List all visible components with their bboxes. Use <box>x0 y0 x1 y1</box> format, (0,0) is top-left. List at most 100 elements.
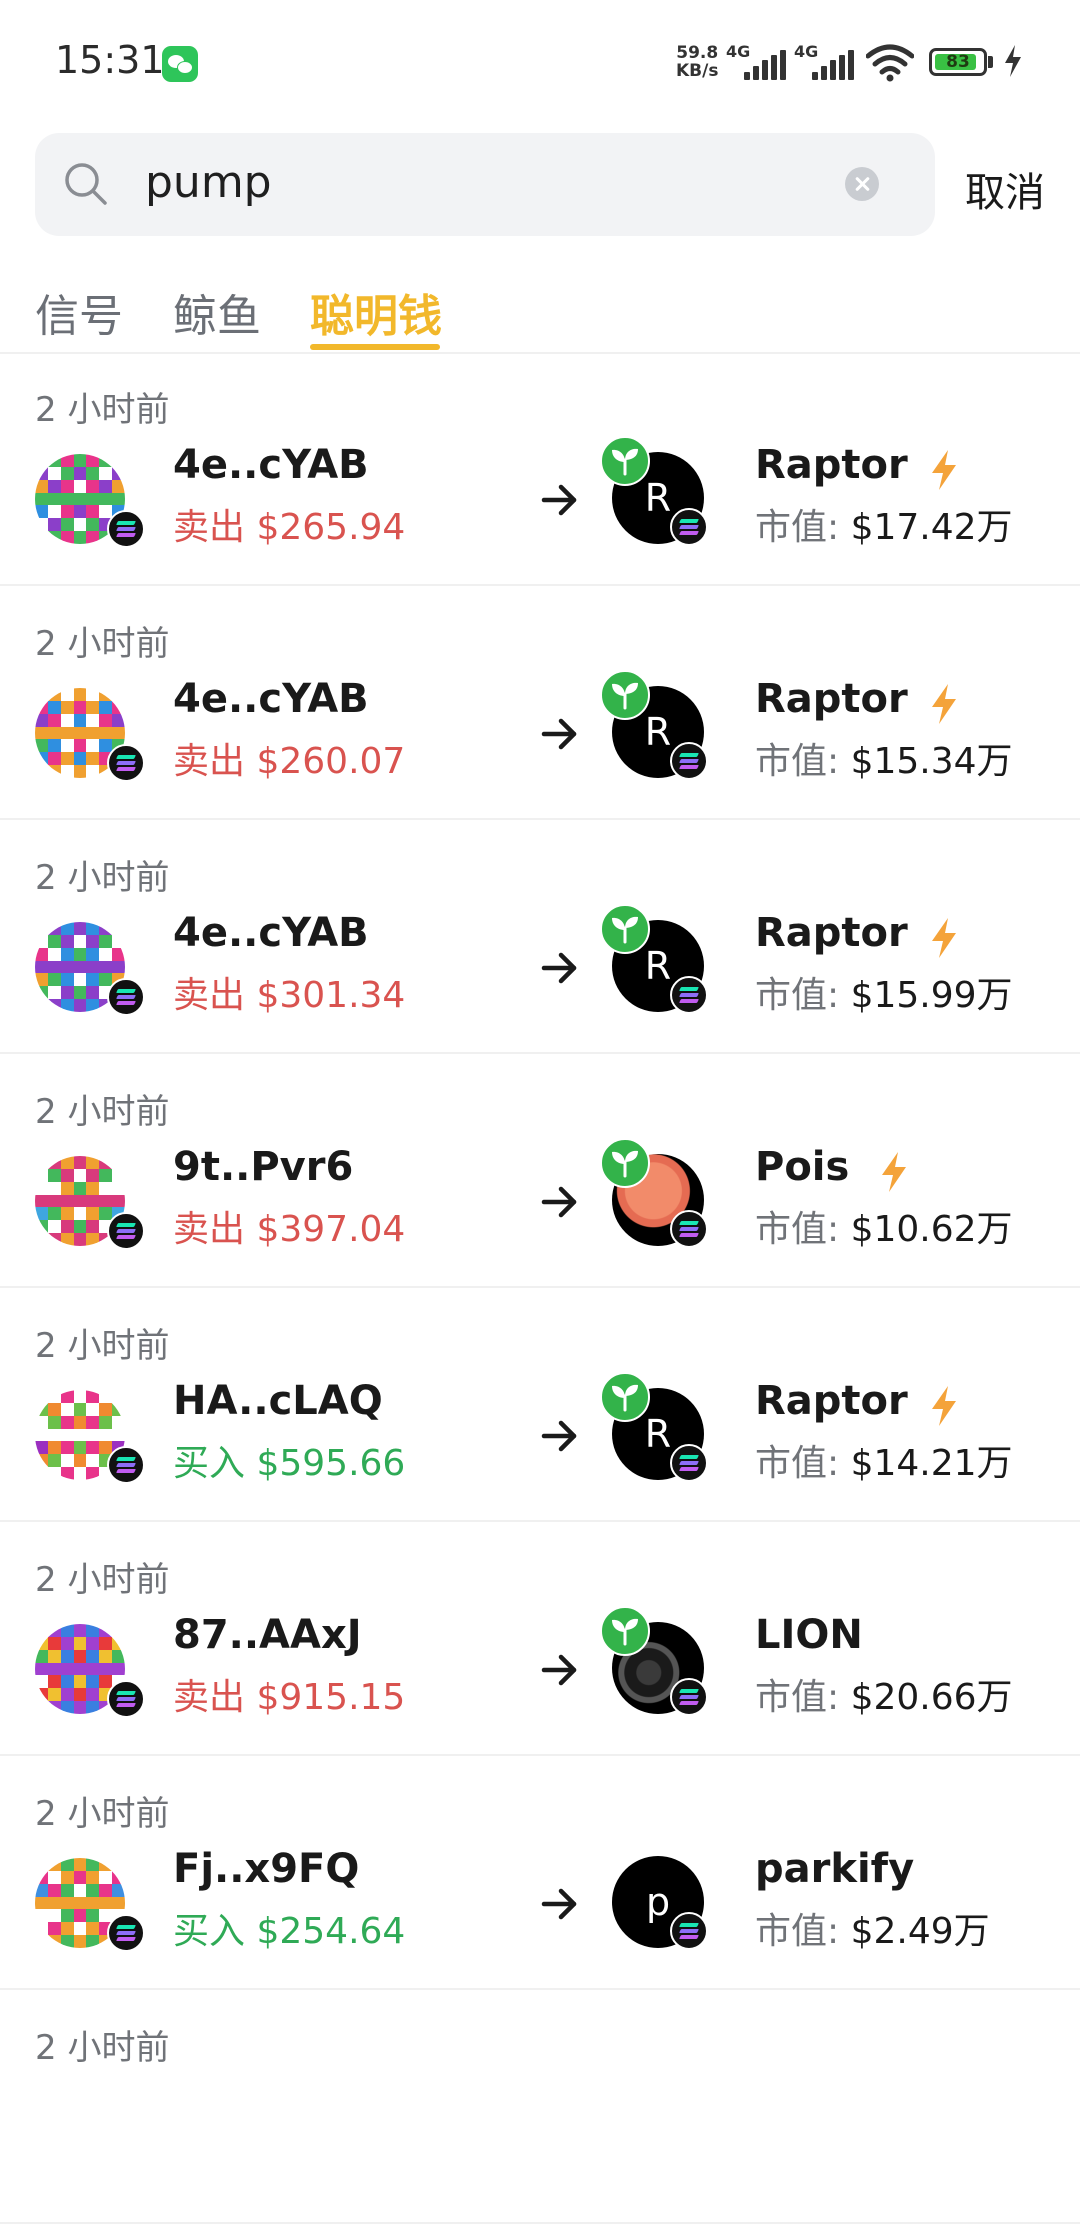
arrow-right-icon <box>540 714 580 754</box>
trade-row[interactable]: 2 小时前 4e..cYAB 卖出 $265.94 R Raptor 市值: $17.42… <box>0 352 1080 586</box>
trade-side: 卖出 <box>173 1677 246 1718</box>
trade-row[interactable]: 2 小时前 4e..cYAB 卖出 $301.34 R Raptor 市值: $15.99… <box>0 820 1080 1054</box>
arrow-right-icon <box>540 1650 580 1690</box>
net-speed-value: 59.8 <box>676 43 719 63</box>
trade-row[interactable]: 2 小时前 <box>0 1990 1080 2224</box>
battery-icon: 83 <box>929 48 987 76</box>
market-cap: 市值: $14.21万 <box>755 1434 1013 1486</box>
wallet-address[interactable]: 4e..cYAB <box>173 676 369 722</box>
token-name[interactable]: Raptor <box>755 442 908 488</box>
solana-chain-icon <box>107 1680 145 1718</box>
market-cap: 市值: $15.99万 <box>755 966 1013 1018</box>
token-name[interactable]: Raptor <box>755 676 908 722</box>
trade-time: 2 小时前 <box>35 390 170 430</box>
wallet-avatar[interactable] <box>35 688 145 798</box>
wallet-avatar[interactable] <box>35 454 145 564</box>
trade-amount: $254.64 <box>256 1911 406 1952</box>
wallet-address[interactable]: 9t..Pvr6 <box>173 1144 353 1190</box>
token-avatar[interactable] <box>600 1138 722 1256</box>
market-cap-value: $20.66万 <box>850 1677 1013 1718</box>
trade-amount: $397.04 <box>256 1209 406 1250</box>
market-cap-value: $10.62万 <box>850 1209 1013 1250</box>
trade-amount: $301.34 <box>256 975 406 1016</box>
token-avatar[interactable]: R <box>600 1372 722 1490</box>
trade-list: 2 小时前 4e..cYAB 卖出 $265.94 R Raptor 市值: $17.42… <box>0 352 1080 2224</box>
token-avatar[interactable] <box>600 1606 722 1724</box>
trade-row[interactable]: 2 小时前 87..AAxJ 卖出 $915.15 LION 市值: $20.66万 <box>0 1522 1080 1756</box>
trade-amount: $915.15 <box>256 1677 406 1718</box>
trade-time: 2 小时前 <box>35 624 170 664</box>
token-avatar[interactable]: R <box>600 670 722 788</box>
token-avatar[interactable]: R <box>600 436 722 554</box>
trade-time: 2 小时前 <box>35 1326 170 1366</box>
token-avatar[interactable]: R <box>600 904 722 1022</box>
search-input[interactable] <box>145 157 745 208</box>
trade-row[interactable]: 2 小时前 4e..cYAB 卖出 $260.07 R Raptor 市值: $15.34… <box>0 586 1080 820</box>
status-time: 15:31 <box>55 38 165 82</box>
trade-amount: $260.07 <box>256 741 406 782</box>
token-name[interactable]: Raptor <box>755 910 908 956</box>
tab-signal[interactable]: 信号 <box>35 280 123 344</box>
trade-time: 2 小时前 <box>35 1092 170 1132</box>
wallet-avatar[interactable] <box>35 922 145 1032</box>
market-cap: 市值: $20.66万 <box>755 1668 1013 1720</box>
trade-summary: 买入 $595.66 <box>173 1434 405 1486</box>
trade-row[interactable]: 2 小时前 Fj..x9FQ 买入 $254.64 p parkify 市值: $2.49… <box>0 1756 1080 1990</box>
wallet-avatar[interactable] <box>35 1390 145 1500</box>
token-name[interactable]: Pois <box>755 1144 849 1190</box>
wallet-address[interactable]: 4e..cYAB <box>173 910 369 956</box>
wallet-address[interactable]: 87..AAxJ <box>173 1612 362 1658</box>
battery-cap <box>988 56 993 68</box>
solana-chain-icon <box>670 508 708 546</box>
market-cap: 市值: $15.34万 <box>755 732 1013 784</box>
market-cap-value: $15.99万 <box>850 975 1013 1016</box>
wallet-address[interactable]: Fj..x9FQ <box>173 1846 359 1892</box>
arrow-right-icon <box>540 948 580 988</box>
solana-chain-icon <box>670 1444 708 1482</box>
trade-row[interactable]: 2 小时前 9t..Pvr6 卖出 $397.04 Pois 市值: $10.62万 <box>0 1054 1080 1288</box>
wallet-avatar[interactable] <box>35 1624 145 1734</box>
sprout-icon <box>600 670 650 720</box>
token-name[interactable]: LION <box>755 1612 863 1658</box>
trade-summary: 卖出 $260.07 <box>173 732 405 784</box>
token-name[interactable]: parkify <box>755 1846 914 1892</box>
tab-whale[interactable]: 鲸鱼 <box>173 280 261 344</box>
lightning-icon <box>927 682 961 726</box>
trade-row[interactable]: 2 小时前 HA..cLAQ 买入 $595.66 R Raptor 市值: $14.21… <box>0 1288 1080 1522</box>
token-avatar[interactable]: p <box>612 1848 722 1958</box>
active-tab-indicator <box>310 344 440 350</box>
market-cap-value: $17.42万 <box>850 507 1013 548</box>
net-speed-unit: KB/s <box>676 61 719 81</box>
clear-search-icon[interactable] <box>845 167 879 201</box>
lightning-icon <box>927 448 961 492</box>
market-cap-label: 市值: <box>755 741 840 782</box>
wallet-address[interactable]: 4e..cYAB <box>173 442 369 488</box>
wallet-avatar[interactable] <box>35 1156 145 1266</box>
market-cap-value: $14.21万 <box>850 1443 1013 1484</box>
tab-smart-money[interactable]: 聪明钱 <box>310 280 442 344</box>
solana-chain-icon <box>107 978 145 1016</box>
market-cap: 市值: $10.62万 <box>755 1200 1013 1252</box>
wallet-avatar[interactable] <box>35 1858 145 1968</box>
wifi-icon <box>866 44 914 82</box>
tab-bar: 信号 鲸鱼 聪明钱 <box>0 270 1080 354</box>
solana-chain-icon <box>670 976 708 1014</box>
wallet-address[interactable]: HA..cLAQ <box>173 1378 383 1424</box>
market-cap-label: 市值: <box>755 1443 840 1484</box>
solana-chain-icon <box>107 1914 145 1952</box>
token-name[interactable]: Raptor <box>755 1378 908 1424</box>
wechat-icon <box>162 46 198 82</box>
solana-chain-icon <box>107 744 145 782</box>
status-bar: 15:31 59.8 KB/s 4G 4G 83 <box>0 0 1080 120</box>
trade-summary: 卖出 $915.15 <box>173 1668 405 1720</box>
search-bar[interactable] <box>35 133 935 236</box>
trade-side: 卖出 <box>173 1209 246 1250</box>
trade-side: 卖出 <box>173 975 246 1016</box>
arrow-right-icon <box>540 1182 580 1222</box>
net-speed: 59.8 KB/s <box>676 44 718 80</box>
solana-chain-icon <box>107 1212 145 1250</box>
battery-level: 83 <box>946 52 970 72</box>
cancel-button[interactable]: 取消 <box>965 160 1045 218</box>
sprout-icon <box>600 1606 650 1656</box>
charging-icon <box>1005 45 1021 77</box>
